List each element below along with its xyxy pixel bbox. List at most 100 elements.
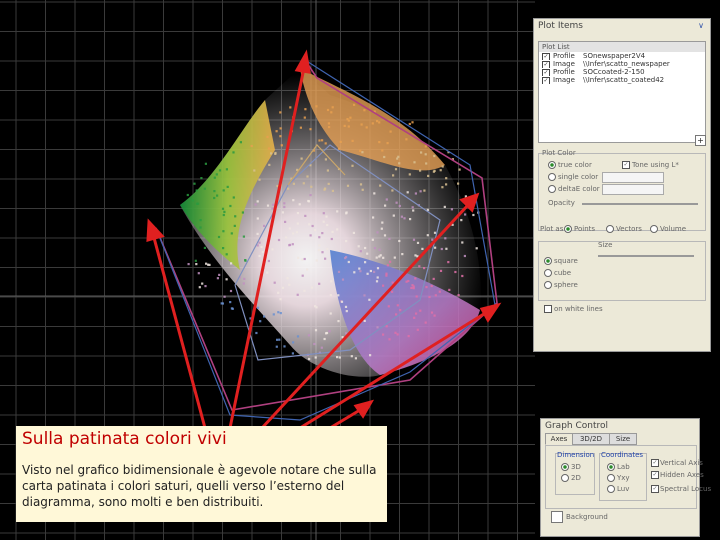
scatter-point [309,194,312,197]
scatter-point [284,220,287,223]
delta-e-field[interactable] [602,184,664,195]
scatter-point [454,270,457,274]
scatter-point [281,286,285,289]
scatter-point [398,204,401,208]
dimension-3d-radio[interactable]: 3D [561,463,581,471]
scatter-point [289,106,292,109]
scatter-point [309,234,312,237]
single-color-radio[interactable]: single color [548,173,598,181]
sphere-radio[interactable]: sphere [544,281,578,289]
scatter-point [441,186,444,189]
coord-yxy-radio[interactable]: Yxy [607,474,630,482]
tab-axes[interactable]: Axes [545,433,573,445]
tab-size[interactable]: Size [609,433,637,445]
coord-lab-radio[interactable]: Lab [607,463,630,471]
scatter-point [304,108,307,111]
cube-radio[interactable]: cube [544,269,571,277]
coord-luv-radio[interactable]: Luv [607,485,629,493]
scatter-point [337,320,340,323]
dimension-3d-label: 3D [571,463,581,471]
scatter-point [277,238,281,242]
scatter-point [428,295,431,299]
square-radio[interactable]: square [544,257,578,265]
scatter-point [331,189,334,192]
scatter-point [385,274,388,277]
scatter-point [475,247,478,250]
checkbox-icon[interactable]: ✓ [542,61,550,68]
scatter-point [216,277,219,280]
scatter-point [336,356,339,359]
scatter-point [343,124,346,127]
scatter-point [203,187,206,190]
checkbox-icon: ✓ [651,459,659,467]
delta-e-radio[interactable]: deltaE color [548,185,600,193]
scatter-point [426,234,429,237]
single-color-field[interactable] [602,172,664,183]
scatter-point [221,207,225,210]
checkbox-icon[interactable]: ✓ [542,77,550,84]
scatter-point [425,286,428,289]
scatter-point [287,187,290,190]
scatter-point [363,319,366,322]
scatter-point [309,128,312,131]
coord-yxy-label: Yxy [617,474,630,482]
spectral-locus-checkbox[interactable]: ✓ Spectral Locus [651,485,711,493]
scatter-point [263,315,266,318]
caption-title: Sulla patinata colori vivi [22,429,227,449]
points-radio[interactable]: Points [564,225,595,233]
background-swatch-button[interactable]: Background [551,511,608,523]
scatter-point [320,346,323,349]
tab-3d-2d[interactable]: 3D/2D [572,433,610,445]
scatter-point [229,289,233,293]
scatter-point [368,298,371,301]
scatter-point [321,251,324,254]
scatter-point [375,256,378,259]
radio-icon [606,225,614,233]
dimension-2d-radio[interactable]: 2D [561,474,581,482]
on-white-checkbox[interactable]: on white lines [544,305,603,313]
scatter-point [361,151,364,154]
true-color-radio[interactable]: true color [548,161,592,169]
scatter-point [427,174,430,177]
scatter-point [338,356,341,359]
radio-icon [544,281,552,289]
hidden-axes-checkbox[interactable]: ✓ Hidden Axes [651,471,704,479]
scatter-point [389,260,392,263]
scatter-point [413,316,416,319]
plot-list-row[interactable]: ✓ Profile SOnewspaper2V4 [539,52,705,60]
collapse-icon[interactable]: ∨ [698,21,704,30]
scatter-point [353,103,356,106]
scatter-point [414,254,417,257]
scatter-point [408,173,411,176]
scatter-point [378,141,381,144]
volume-radio[interactable]: Volume [650,225,686,233]
scatter-point [433,169,436,172]
scatter-point [258,178,261,181]
scatter-point [461,241,464,244]
checkbox-icon[interactable]: ✓ [542,69,550,76]
plot-list-row[interactable]: ✓ Image \\Infer\scatto_newspaper [539,60,705,68]
checkbox-icon[interactable]: ✓ [542,53,550,60]
tone-using-checkbox[interactable]: ✓ Tone using L* [622,161,679,169]
opacity-slider[interactable] [582,203,698,205]
scatter-point [433,231,437,234]
scatter-point [403,217,406,220]
scatter-point [278,338,281,341]
scatter-point [256,200,259,203]
plot-list-row[interactable]: ✓ Image \\Infer\scatto_coated42 [539,76,705,84]
background-label: Background [566,513,608,521]
true-color-label: true color [558,161,592,169]
vectors-radio[interactable]: Vectors [606,225,642,233]
add-icon[interactable]: + [695,135,706,146]
size-slider[interactable] [598,255,694,257]
radio-icon [561,474,569,482]
scatter-point [375,280,379,283]
radio-icon [544,269,552,277]
vertical-axis-checkbox[interactable]: ✓ Vertical Axis [651,459,703,467]
scatter-point [388,237,391,240]
plot-list[interactable]: Plot List ✓ Profile SOnewspaper2V4 ✓ Image \\… [538,41,706,143]
caption-body: Visto nel grafico bidimensionale è agevo… [22,463,377,509]
scatter-point [349,116,352,119]
scatter-point [373,270,376,273]
plot-list-row[interactable]: ✓ Profile SOCcoated-2-150 [539,68,705,76]
